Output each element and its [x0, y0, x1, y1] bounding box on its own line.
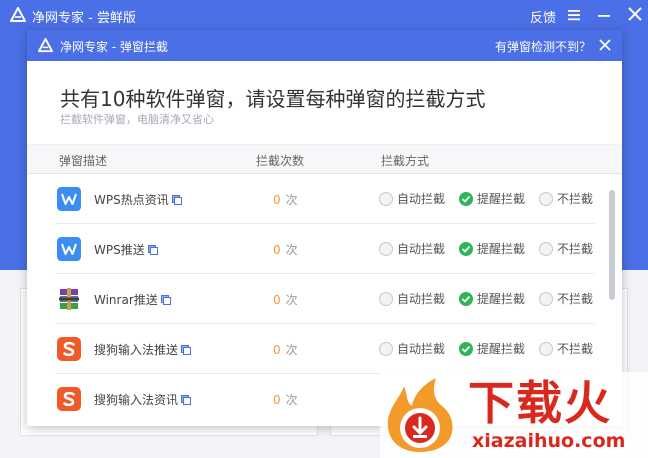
table-row: WPS热点资讯 0次 自动拦截 提醒拦截 不拦截	[27, 174, 602, 224]
wps-icon	[57, 187, 81, 211]
row-count: 0次	[273, 293, 298, 307]
option-remind-block[interactable]: 提醒拦截	[459, 340, 525, 357]
row-count: 0次	[273, 193, 298, 207]
details-icon[interactable]	[181, 344, 192, 355]
list-scrollbar[interactable]	[609, 190, 615, 300]
close-icon[interactable]	[627, 6, 643, 22]
wps-icon	[57, 237, 81, 261]
main-titlebar: 净网专家 - 尝鲜版 反馈	[0, 0, 648, 30]
option-remind-block[interactable]: 提醒拦截	[459, 190, 525, 207]
sogou-icon	[57, 337, 81, 361]
row-name: 搜狗输入法推送	[94, 341, 192, 358]
radio-unchecked-icon[interactable]	[379, 241, 393, 256]
flame-logo-icon	[387, 378, 453, 452]
radio-unchecked-icon[interactable]	[379, 191, 393, 206]
popup-block-dialog: 净网专家 - 弹窗拦截 有弹窗检测不到？ 共有10种软件弹窗，请设置每种弹窗的拦…	[27, 30, 622, 426]
column-description: 弹窗描述	[59, 154, 108, 168]
radio-unchecked-icon[interactable]	[539, 341, 553, 356]
radio-checked-icon[interactable]	[459, 291, 473, 306]
row-name: Winrar推送	[94, 291, 171, 308]
option-no-block[interactable]: 不拦截	[539, 340, 593, 357]
option-no-block[interactable]: 不拦截	[539, 240, 593, 257]
dialog-headline: 共有10种软件弹窗，请设置每种弹窗的拦截方式	[60, 87, 486, 111]
watermark: 下载火 xiazaihuo.com	[380, 372, 648, 458]
winrar-icon	[59, 288, 79, 310]
watermark-title: 下载火	[468, 376, 612, 430]
radio-unchecked-icon[interactable]	[539, 291, 553, 306]
table-header: 弹窗描述 拦截次数 拦截方式	[27, 144, 622, 174]
sogou-icon	[57, 387, 81, 411]
radio-checked-icon[interactable]	[459, 191, 473, 206]
table-row: 搜狗输入法推送 0次 自动拦截 提醒拦截 不拦截	[27, 324, 602, 374]
row-name: WPS推送	[94, 241, 158, 258]
option-no-block[interactable]: 不拦截	[539, 290, 593, 307]
radio-checked-icon[interactable]	[459, 341, 473, 356]
table-row: Winrar推送 0次 自动拦截 提醒拦截 不拦截	[27, 274, 602, 324]
main-window-title: 净网专家 - 尝鲜版	[32, 11, 136, 26]
option-remind-block[interactable]: 提醒拦截	[459, 290, 525, 307]
details-icon[interactable]	[160, 294, 171, 305]
table-row: WPS推送 0次 自动拦截 提醒拦截 不拦截	[27, 224, 602, 274]
details-icon[interactable]	[171, 194, 182, 205]
option-auto-block[interactable]: 自动拦截	[379, 290, 445, 307]
option-remind-block[interactable]: 提醒拦截	[459, 240, 525, 257]
dialog-titlebar: 净网专家 - 弹窗拦截 有弹窗检测不到？	[27, 30, 622, 61]
option-auto-block[interactable]: 自动拦截	[379, 240, 445, 257]
row-count: 0次	[273, 343, 298, 357]
watermark-url: xiazaihuo.com	[472, 430, 626, 452]
dialog-title: 净网专家 - 弹窗拦截	[60, 40, 168, 54]
row-name: 搜狗输入法资讯	[94, 391, 192, 408]
undetected-popup-link[interactable]: 有弹窗检测不到？	[495, 38, 591, 55]
radio-unchecked-icon[interactable]	[539, 241, 553, 256]
radio-unchecked-icon[interactable]	[379, 341, 393, 356]
row-name: WPS热点资讯	[94, 191, 182, 208]
dialog-logo-icon	[38, 38, 53, 53]
app-logo-icon	[10, 7, 26, 22]
option-no-block[interactable]: 不拦截	[539, 190, 593, 207]
dialog-close-icon[interactable]	[599, 39, 611, 51]
radio-unchecked-icon[interactable]	[379, 291, 393, 306]
menu-icon[interactable]	[567, 7, 581, 23]
row-count: 0次	[273, 243, 298, 257]
option-auto-block[interactable]: 自动拦截	[379, 190, 445, 207]
column-count: 拦截次数	[256, 154, 305, 168]
radio-unchecked-icon[interactable]	[539, 191, 553, 206]
option-auto-block[interactable]: 自动拦截	[379, 340, 445, 357]
dialog-subline: 拦截软件弹窗，电脑清净又省心	[60, 113, 214, 126]
row-count: 0次	[273, 393, 298, 407]
column-method: 拦截方式	[381, 154, 430, 168]
details-icon[interactable]	[181, 394, 192, 405]
minimize-icon[interactable]	[597, 7, 611, 23]
feedback-button[interactable]: 反馈	[530, 7, 556, 26]
details-icon[interactable]	[147, 244, 158, 255]
radio-checked-icon[interactable]	[459, 241, 473, 256]
